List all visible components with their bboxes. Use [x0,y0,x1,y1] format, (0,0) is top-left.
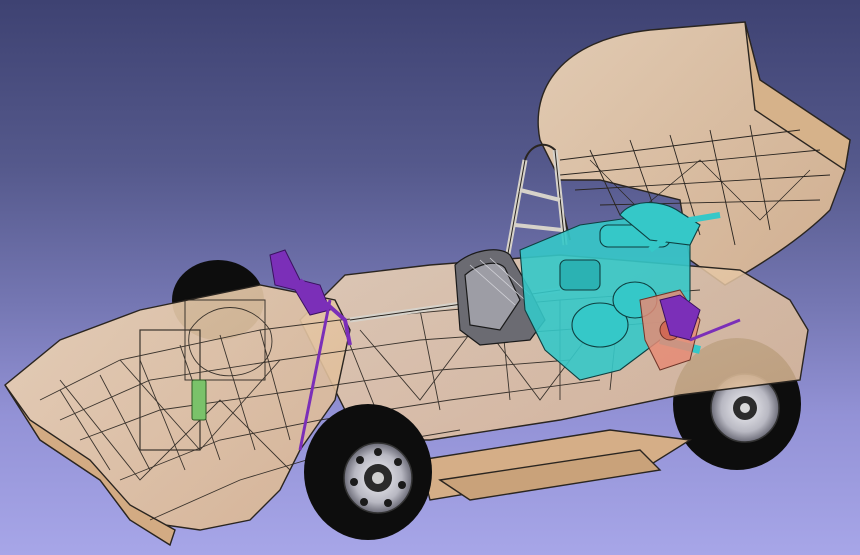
front-wheel-icon [304,404,432,540]
nose-cone-icon [4,284,351,547]
electronics-box-icon [191,379,207,421]
car-model-canvas[interactable] [0,0,860,555]
cad-3d-viewport[interactable] [0,0,860,555]
